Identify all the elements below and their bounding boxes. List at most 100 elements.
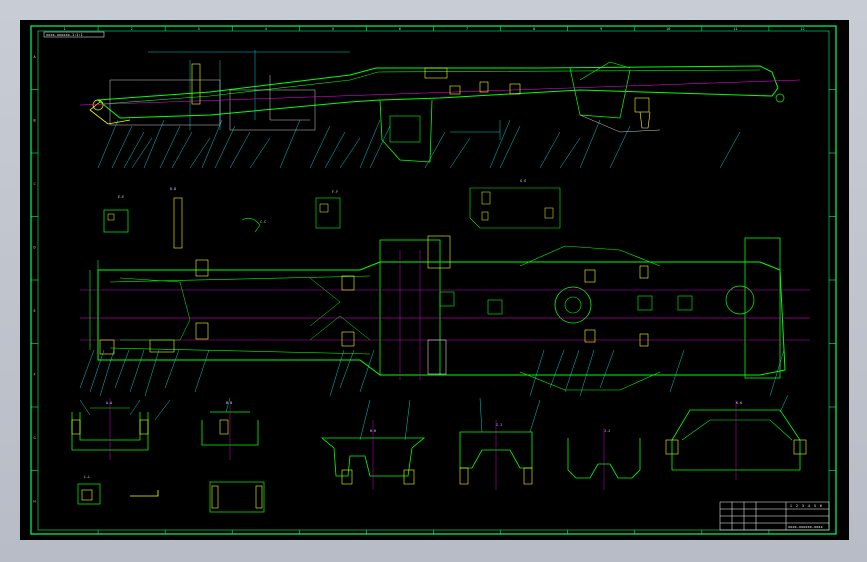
leader-line [329,349,345,397]
title-row-mark: 1 [790,504,792,508]
leader-line [171,131,193,169]
leader-line [529,349,545,397]
leader-line [324,131,346,169]
leader-line [129,349,145,393]
zone-label-col: 6 [399,27,401,31]
section-label: F-F [332,190,338,194]
leader-line [164,349,180,389]
section-view-labels: A-A B-B C-C D-D E-E F-F G-G H-H I-I J-J K-K L-L [84,179,743,479]
zone-label-col: 3 [198,27,200,31]
frame-plan-view [80,235,810,391]
frame-side-view [79,50,801,163]
zone-label-row: F [33,372,35,376]
leader-line [359,349,375,393]
title-row-mark: 3 [802,504,804,508]
section-label: A-A [106,401,112,405]
leader-line [579,119,601,169]
leader-line [214,125,236,169]
leader-line [369,125,391,169]
viewer-frame: 1 2 3 4 5 6 7 8 9 10 11 12 A B C D E F G H xxxx-xxxxxx-1:1:… [0,0,867,562]
leader-line [229,131,251,169]
leader-line [609,125,631,169]
zone-label-row: B [33,118,35,122]
section-label: H-H [370,429,376,433]
zone-label-col: 11 [733,27,737,31]
zone-label-col: 1 [63,27,65,31]
leader-line [279,119,301,169]
title-block-row-marks: 123456 [790,504,822,508]
title-row-mark: 6 [820,504,822,508]
zone-label-col: 2 [131,27,133,31]
leader-line [539,131,561,169]
zone-label-row: E [33,309,35,313]
leader-line [194,349,210,393]
leader-line [154,399,171,421]
leader-line [89,349,105,393]
leader-line [449,137,471,169]
leader-line [404,399,411,441]
drawing-tag: xxxx-xxxxxx-1:1:1 [46,33,83,37]
leader-line [249,137,271,169]
zone-label-row: H [33,499,35,503]
leader-line [114,349,130,389]
zone-label-col: 9 [600,27,602,31]
zone-label-col: 5 [332,27,334,31]
leader-line [97,119,119,169]
zone-label-col: 12 [800,27,804,31]
detail-views-middle [103,187,561,249]
section-label: K-K [736,401,743,405]
section-views [71,398,807,513]
side-view-leaders [97,119,741,169]
leader-line [339,137,361,169]
leader-line [131,137,153,169]
zone-label-col: 4 [265,27,267,31]
leader-line [599,349,615,389]
leader-line [201,119,223,169]
leader-line [559,137,581,169]
section-label: D-D [170,187,176,191]
section-leaders [79,394,789,441]
leader-line [479,397,483,433]
leader-line [669,349,685,393]
title-block-drawing-no: xxxx-xxxxxx-xxxx [788,525,823,529]
section-label: C-C [260,220,266,224]
leader-line [579,349,595,397]
section-label: I-I [496,423,502,427]
leader-line [99,349,115,397]
leader-line [499,125,521,169]
section-label: B-B [226,401,232,405]
section-label: L-L [84,475,90,479]
leader-line [359,399,371,441]
leader-line [359,119,381,169]
zone-label-col: 10 [666,27,670,31]
section-label: G-G [520,179,526,183]
plan-view-leaders [79,349,785,397]
section-label: J-J [604,429,610,433]
leader-line [779,394,789,413]
zone-label-col: 8 [533,27,535,31]
leader-line [529,399,541,433]
leader-line [424,131,446,169]
leader-line [79,349,95,389]
leader-line [189,137,211,169]
cad-drawing-canvas[interactable]: 1 2 3 4 5 6 7 8 9 10 11 12 A B C D E F G H xxxx-xxxxxx-1:1:… [20,20,849,540]
zone-label-row: G [33,436,35,440]
title-row-mark: 4 [808,504,810,508]
leader-line [79,399,91,416]
leader-line [549,349,565,389]
leader-line [564,349,580,393]
leader-line [111,125,133,169]
zone-label-row: C [33,182,35,186]
title-row-mark: 5 [814,504,816,508]
leader-line [144,349,160,397]
cad-drawing: 1 2 3 4 5 6 7 8 9 10 11 12ABCDEFGH xxxx-xxxxxx-1:1:… [30,25,837,535]
zone-label-row: D [33,245,35,249]
title-row-mark: 2 [796,504,798,508]
zone-label-col: 7 [466,27,468,31]
leader-line [123,131,145,169]
zone-label-row: A [33,55,36,59]
leader-line [309,125,331,169]
leader-line [159,125,181,169]
section-label: E-E [118,195,124,199]
leader-line [143,119,165,169]
